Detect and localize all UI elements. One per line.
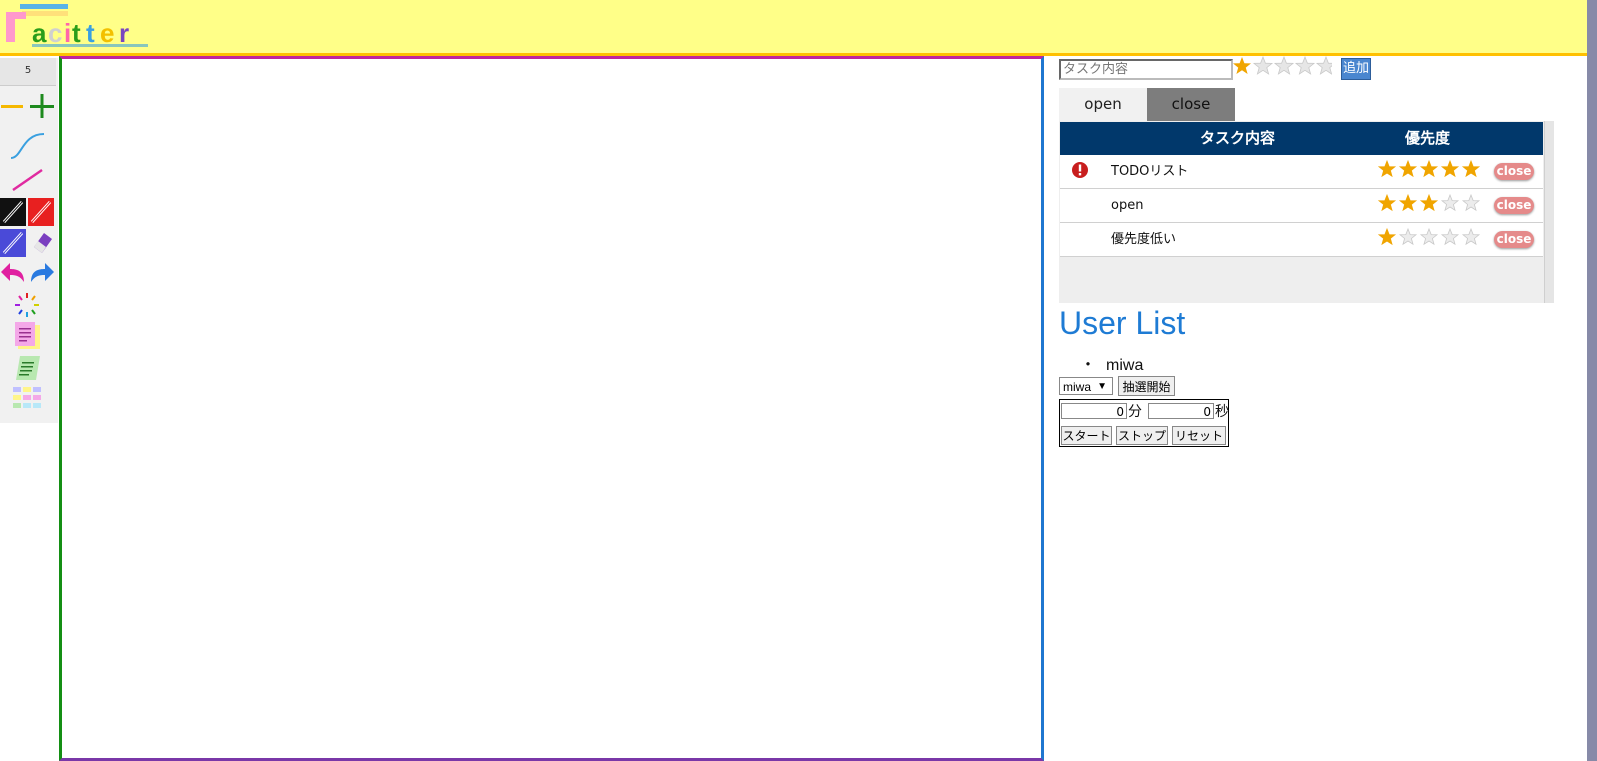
table-row: TODOリスト close: [1060, 155, 1543, 189]
svg-text:r: r: [119, 18, 129, 48]
priority-star-5[interactable]: [1315, 56, 1332, 75]
tab-close[interactable]: close: [1147, 88, 1235, 121]
priority-star: [1378, 228, 1397, 246]
user-list-item: ・ miwa: [1080, 351, 1143, 375]
priority-stars: [1378, 194, 1482, 214]
table-row: 優先度低い close: [1060, 223, 1543, 257]
task-text: 優先度低い: [1111, 232, 1177, 247]
grid-notes-icon[interactable]: [12, 386, 42, 414]
priority-star-3[interactable]: [1273, 56, 1295, 75]
priority-star: [1419, 194, 1439, 212]
drawing-canvas[interactable]: [59, 56, 1044, 761]
priority-star: [1461, 228, 1481, 246]
priority-star: [1440, 160, 1460, 178]
user-select[interactable]: miwa ▼: [1059, 377, 1113, 395]
priority-star-selector[interactable]: [1232, 56, 1332, 76]
redo-icon[interactable]: [28, 260, 56, 286]
close-task-button[interactable]: close: [1494, 197, 1534, 214]
priority-stars: [1378, 160, 1482, 180]
priority-stars: [1378, 228, 1482, 248]
task-table-scrollbar[interactable]: [1544, 121, 1554, 303]
priority-star: [1440, 228, 1460, 246]
svg-text:a: a: [32, 18, 47, 48]
svg-text:e: e: [100, 18, 114, 48]
blue-pencil-icon[interactable]: [0, 229, 26, 257]
red-pencil-icon[interactable]: [28, 198, 54, 226]
minutes-input[interactable]: 0: [1061, 403, 1127, 419]
close-task-button[interactable]: close: [1494, 231, 1534, 248]
seconds-unit: 秒: [1215, 404, 1229, 420]
bullet: ・: [1080, 357, 1097, 374]
header-task-content: タスク内容: [1200, 129, 1276, 147]
add-task-button[interactable]: 追加: [1341, 58, 1371, 80]
task-text: TODOリスト: [1111, 164, 1189, 179]
priority-star: [1461, 160, 1481, 178]
eraser-icon[interactable]: [30, 229, 54, 257]
priority-star: [1378, 160, 1397, 178]
minutes-unit: 分: [1128, 404, 1142, 420]
drawing-toolbar: 5: [0, 58, 58, 423]
task-text: open: [1111, 198, 1144, 213]
table-row: open close: [1060, 189, 1543, 223]
facitter-logo[interactable]: a c i t t e r: [4, 2, 154, 50]
black-pencil-icon[interactable]: [0, 198, 26, 226]
svg-text:i: i: [64, 18, 71, 48]
priority-star: [1461, 194, 1481, 212]
sticky-note-icon[interactable]: [14, 322, 42, 352]
user-list-title: User List: [1059, 305, 1186, 341]
line-width-value[interactable]: 5: [0, 58, 56, 86]
timer-reset-button[interactable]: リセット: [1172, 426, 1226, 445]
svg-text:c: c: [48, 18, 62, 48]
timer-stop-button[interactable]: ストップ: [1116, 426, 1168, 445]
timer-start-button[interactable]: スタート: [1061, 426, 1112, 445]
undo-icon[interactable]: [0, 260, 28, 286]
priority-star: [1419, 228, 1439, 246]
priority-star: [1398, 160, 1418, 178]
minus-icon[interactable]: [0, 92, 26, 122]
app-header: a c i t t e r: [0, 0, 1587, 56]
svg-text:t: t: [72, 18, 81, 48]
task-table-header: タスク内容 優先度: [1060, 122, 1543, 155]
plus-icon[interactable]: [28, 92, 56, 122]
timer-panel: 0 分 0 秒 スタート ストップ リセット: [1059, 399, 1229, 447]
priority-star-1[interactable]: [1233, 57, 1251, 74]
priority-star-4[interactable]: [1294, 56, 1316, 75]
priority-star: [1440, 194, 1460, 212]
priority-star: [1378, 194, 1397, 212]
tab-open[interactable]: open: [1059, 88, 1147, 121]
user-select-value: miwa: [1063, 380, 1092, 394]
user-name: miwa: [1106, 357, 1144, 374]
task-content-input[interactable]: [1059, 59, 1233, 80]
close-task-button[interactable]: close: [1494, 163, 1534, 180]
priority-star: [1398, 228, 1418, 246]
window-edge-scrollbar[interactable]: [1587, 0, 1597, 761]
line-pen-icon[interactable]: [10, 166, 46, 194]
svg-text:t: t: [86, 18, 95, 48]
alert-icon: [1071, 161, 1091, 181]
chevron-down-icon: ▼: [1097, 381, 1107, 392]
task-table: タスク内容 優先度 TODOリスト close open close 優先度低い clos…: [1059, 121, 1552, 303]
priority-star: [1419, 160, 1439, 178]
seconds-input[interactable]: 0: [1148, 403, 1214, 419]
scroll-note-icon[interactable]: [14, 354, 42, 384]
color-wheel-icon[interactable]: [12, 290, 42, 320]
priority-star: [1398, 194, 1418, 212]
header-priority: 優先度: [1405, 129, 1451, 147]
lottery-start-button[interactable]: 抽選開始: [1118, 376, 1175, 396]
priority-star-2[interactable]: [1252, 56, 1274, 75]
curve-pen-icon[interactable]: [8, 130, 48, 162]
